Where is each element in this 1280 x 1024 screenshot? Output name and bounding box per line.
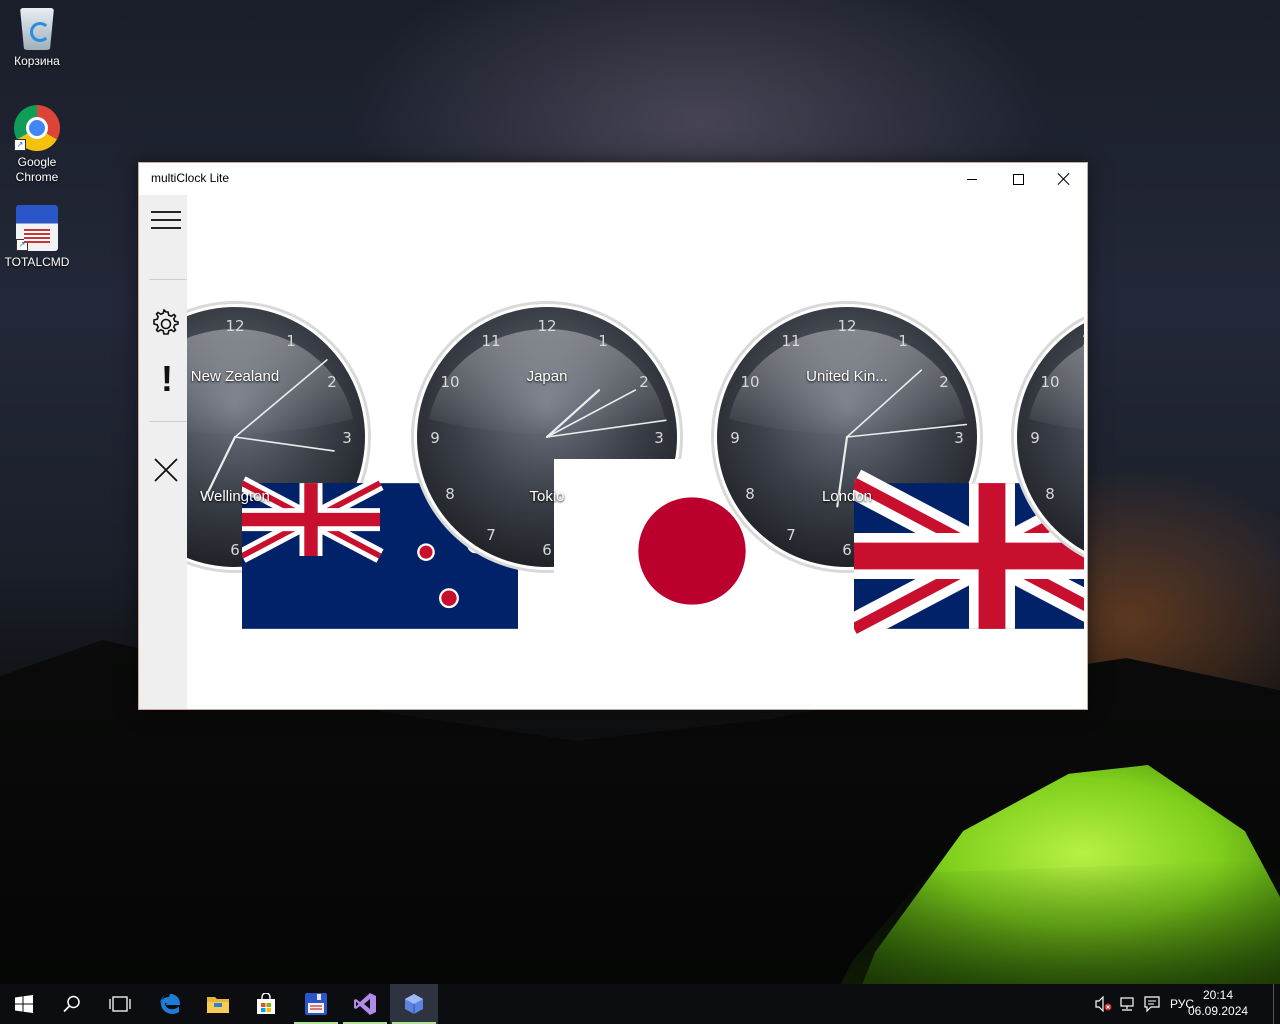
tray-date: 06.09.2024 [1188,1004,1249,1018]
desktop-icon-totalcmd[interactable]: ↗ TOTALCMD [0,205,74,270]
multiclock-icon [405,994,423,1014]
taskbar-edge[interactable] [146,984,194,1024]
close-window-button[interactable] [1041,163,1087,195]
sidebar-divider [149,421,187,422]
taskbar-visual-studio[interactable] [341,984,389,1024]
desktop-icon-recycle-bin[interactable]: Корзина [0,8,74,69]
dial-number: 10 [1040,373,1059,391]
world-clock[interactable]: 121234567891011United Kin...London [709,299,1084,643]
totalcmd-icon: ↗ [16,205,58,251]
clock-city-label: Wellington [200,488,270,505]
dial-number: 1 [598,332,608,350]
search-button[interactable] [48,984,96,1024]
dial-number: 11 [1081,332,1084,350]
maximize-button[interactable] [995,163,1041,195]
sidebar-divider [149,279,187,280]
shortcut-arrow-icon: ↗ [14,139,26,151]
close-icon [1058,173,1070,185]
world-clock[interactable]: 121234567891011JapanTokio [409,299,830,643]
dial-number: 9 [730,429,740,447]
dial-number: 6 [230,541,240,559]
start-button[interactable] [0,984,48,1024]
dial-number: 6 [842,541,852,559]
desktop-icon-chrome[interactable]: ↗ Google Chrome [0,105,74,185]
dial-number: 7 [786,526,796,544]
dial-number: 12 [537,317,556,335]
new-zealand-flag [242,413,518,629]
clock-country-label: United Kin... [806,368,888,385]
shortcut-arrow-icon: ↗ [16,239,28,251]
network-icon[interactable] [1118,996,1136,1012]
dial-number: 1 [286,332,296,350]
dial-number: 7 [486,526,496,544]
dial-number: 11 [481,332,500,350]
app-window: multiClock Lite ! 121234567891011New Zea… [138,162,1088,710]
edge-icon [160,994,180,1014]
dial-number: 11 [781,332,800,350]
windows-start-icon [15,995,33,1013]
close-icon[interactable] [153,457,179,483]
volume-muted-icon[interactable] [1095,996,1113,1012]
task-view-icon [109,996,131,1012]
world-clock[interactable]: 121234567891011New ZealandWellington [187,299,518,629]
gear-icon[interactable] [151,309,181,339]
tray-clock[interactable]: 20:14 06.09.2024 [1188,987,1248,1019]
clock-face: 121234567891011 [1011,316,1084,558]
folder-icon [207,997,229,1013]
window-title: multiClock Lite [151,171,230,185]
chrome-icon: ↗ [14,105,60,151]
tray-time: 20:14 [1202,988,1234,1002]
hamburger-menu-button[interactable] [151,211,181,229]
store-icon [257,993,275,1014]
desktop-icon-label-line1: Google [17,155,57,169]
title-bar[interactable]: multiClock Lite [139,163,1087,195]
world-clock[interactable]: 121234567891011 [1009,299,1084,575]
show-desktop-button[interactable] [1273,984,1280,1024]
sidebar: ! [139,195,187,709]
task-view-button[interactable] [96,984,144,1024]
clock-city-label: London [821,488,873,505]
clocks-area[interactable]: 121234567891011New ZealandWellington1212… [187,195,1084,709]
clock-city-label: Tokio [529,488,565,505]
taskbar-multiclock[interactable] [390,984,438,1024]
desktop-icon-label: Корзина [14,54,60,68]
dial-number: 8 [1045,485,1055,503]
taskbar: РУС 20:14 06.09.2024 [0,984,1280,1024]
clock-country-label: New Zealand [190,368,280,385]
totalcmd-icon [305,993,327,1015]
taskbar-totalcmd[interactable] [292,984,340,1024]
minimize-button[interactable] [949,163,995,195]
dial-number: 6 [542,541,552,559]
dial-number: 9 [1030,429,1040,447]
desktop-icon-label: TOTALCMD [4,255,70,269]
visual-studio-icon [354,993,376,1015]
taskbar-store[interactable] [242,984,290,1024]
japan-flag [554,413,830,643]
exclamation-icon[interactable]: ! [152,361,182,397]
dial-number: 12 [225,317,244,335]
dial-number: 9 [430,429,440,447]
desktop-icon-label-line2: Chrome [15,170,59,184]
taskbar-explorer[interactable] [194,984,242,1024]
minimize-icon [967,178,977,180]
clock-country-label: Japan [526,368,568,385]
uk-flag [854,413,1084,643]
dial-number: 11 [187,332,189,350]
maximize-icon [1012,173,1024,185]
dial-number: 1 [898,332,908,350]
notification-icon[interactable] [1143,995,1161,1013]
search-icon [63,995,80,1013]
recycle-bin-icon [20,8,54,50]
dial-number: 12 [837,317,856,335]
